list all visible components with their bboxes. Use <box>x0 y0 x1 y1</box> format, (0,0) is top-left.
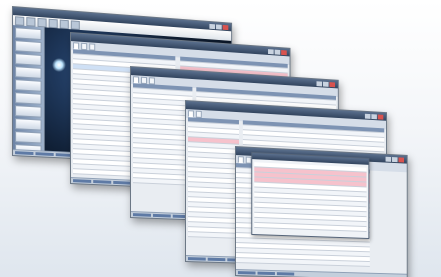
close-icon[interactable] <box>377 114 384 120</box>
maximize-icon[interactable] <box>323 81 329 87</box>
close-icon[interactable] <box>281 49 287 55</box>
maximize-icon[interactable] <box>216 23 222 30</box>
maximize-icon[interactable] <box>392 156 398 162</box>
dialog-rows <box>254 162 367 232</box>
minimize-icon[interactable] <box>385 156 392 162</box>
sidebar-button[interactable] <box>15 53 42 66</box>
window-3-tree <box>133 83 193 186</box>
minimize-icon[interactable] <box>268 48 274 54</box>
minimize-icon[interactable] <box>316 80 323 86</box>
close-icon[interactable] <box>398 156 404 163</box>
minimize-icon[interactable] <box>364 113 371 119</box>
window-5-statusbar <box>235 269 407 277</box>
sidebar-button[interactable] <box>15 105 42 118</box>
sidebar-button[interactable] <box>15 131 42 144</box>
sidebar-button[interactable] <box>15 92 42 105</box>
sidebar-button[interactable] <box>15 66 42 79</box>
window-4-list <box>187 117 239 239</box>
sidebar-button[interactable] <box>15 40 42 53</box>
sidebar-button[interactable] <box>15 118 42 131</box>
popup-dialog <box>251 151 370 240</box>
sidebar-button[interactable] <box>15 27 42 41</box>
close-icon[interactable] <box>329 81 336 87</box>
light-glow-icon <box>52 58 66 72</box>
maximize-icon[interactable] <box>274 49 281 55</box>
sidebar-button[interactable] <box>15 79 42 92</box>
window-1-sidebar <box>13 25 45 157</box>
screenshot-stack <box>0 0 441 277</box>
minimize-icon[interactable] <box>209 23 216 29</box>
maximize-icon[interactable] <box>371 113 377 119</box>
close-icon[interactable] <box>222 24 229 30</box>
